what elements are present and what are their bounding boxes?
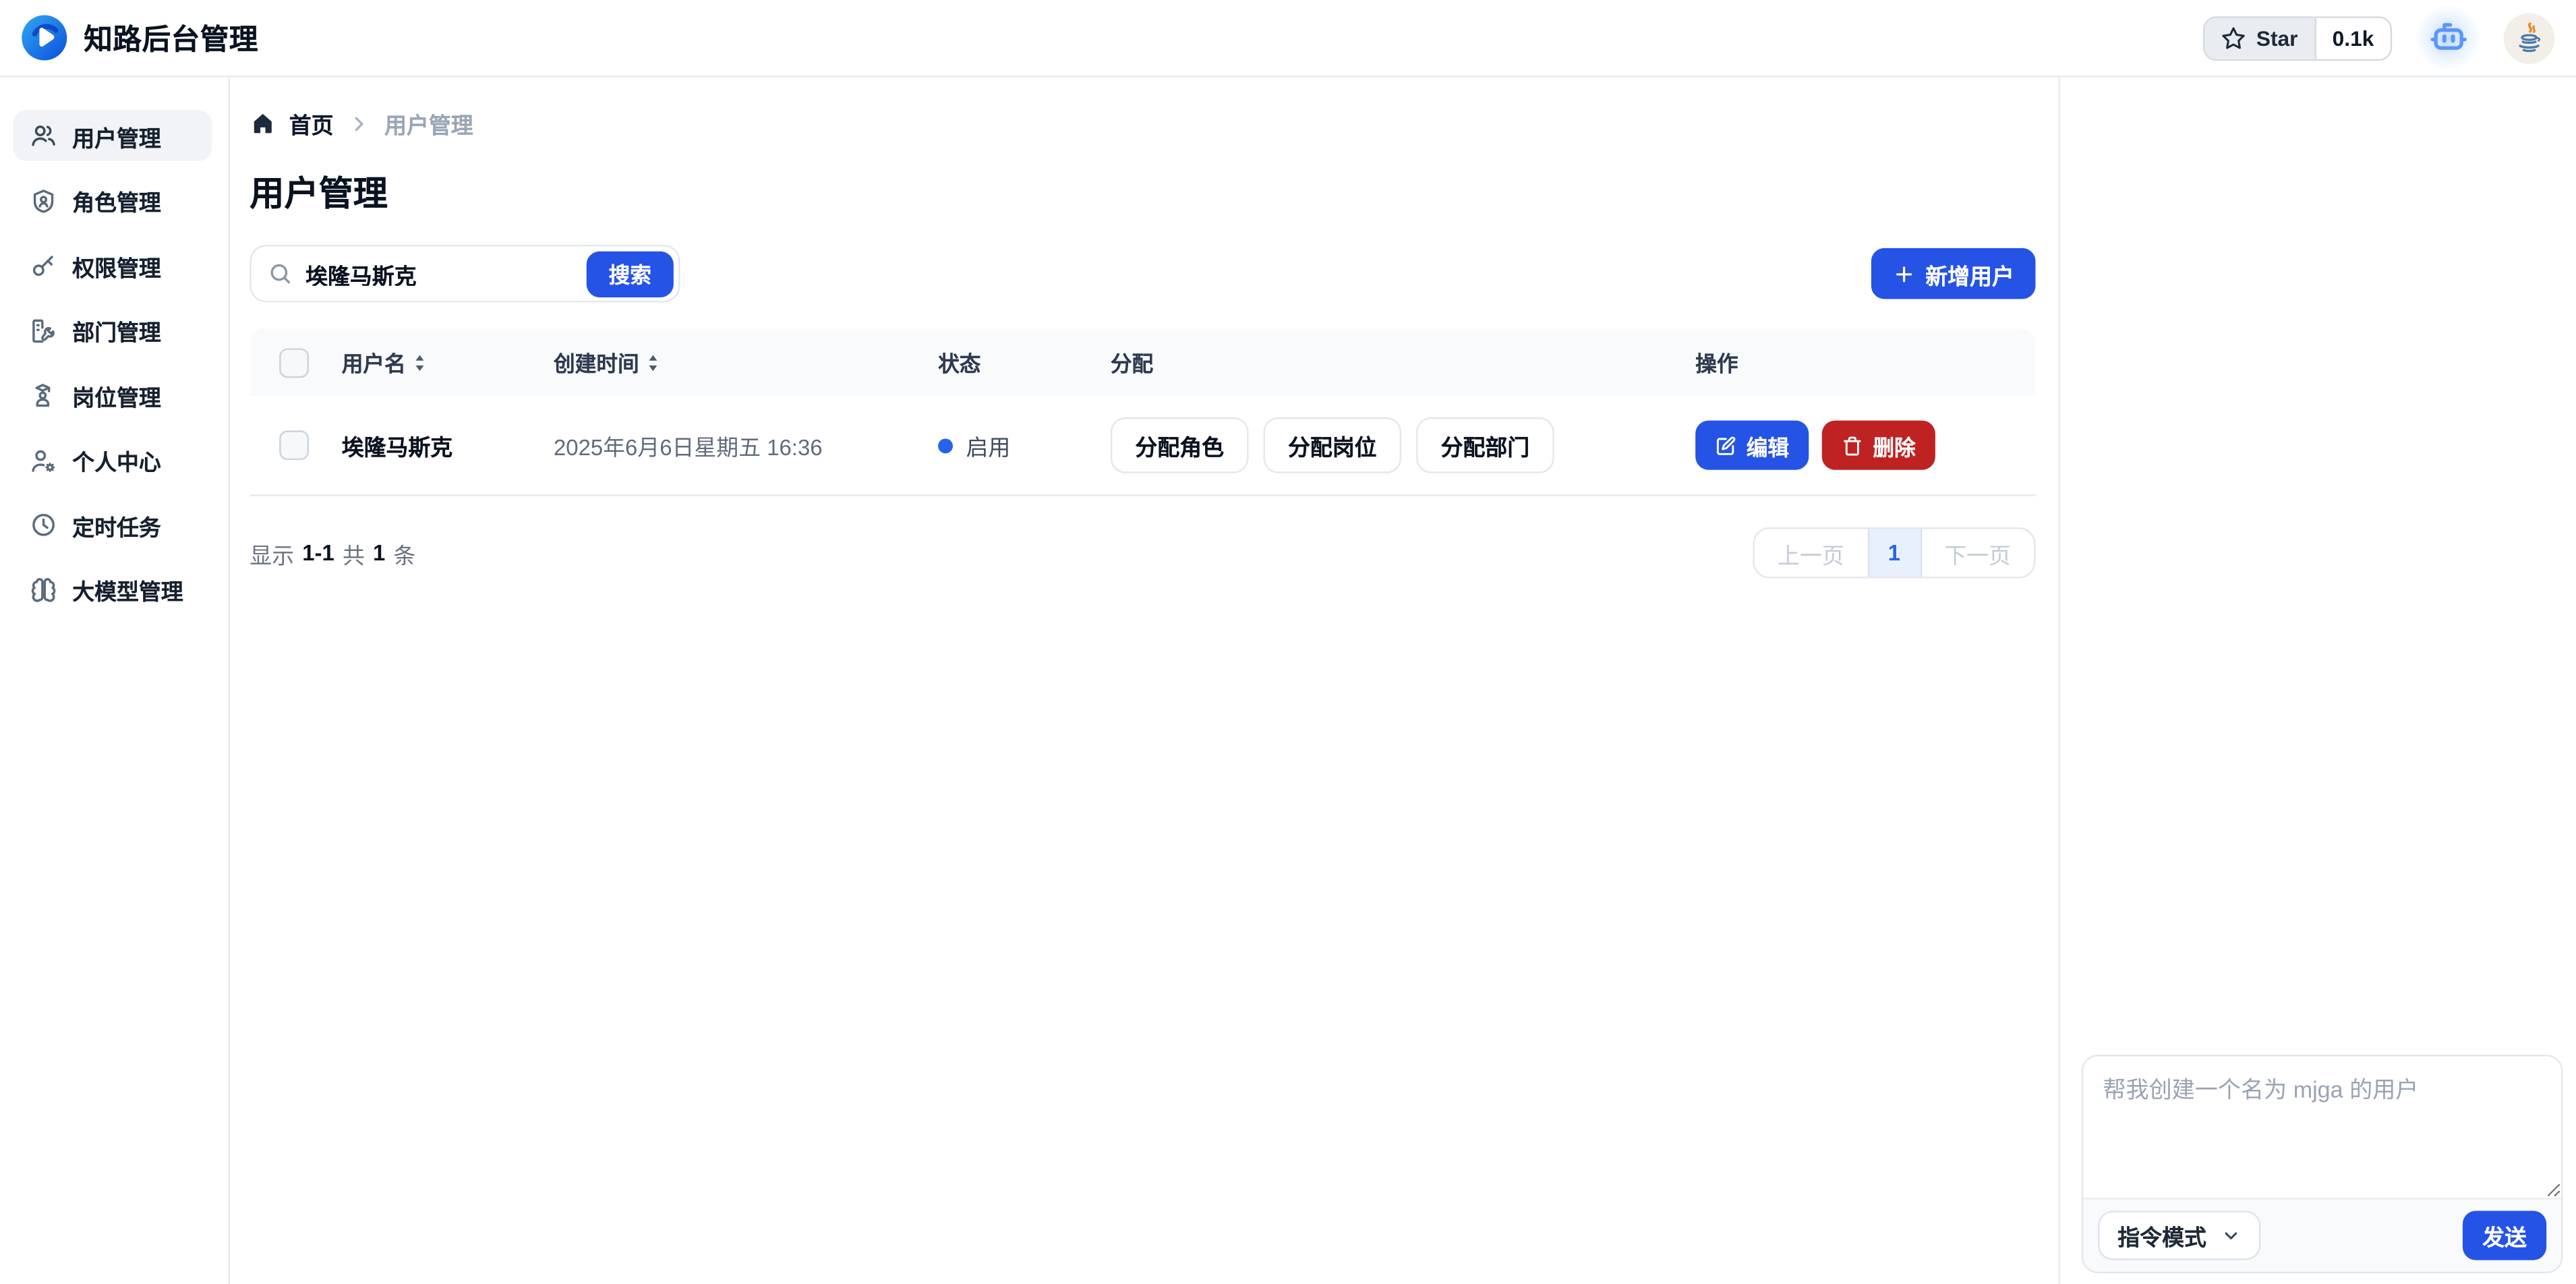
sidebar-item-label: 部门管理: [72, 314, 161, 347]
brain-icon: [30, 576, 57, 604]
delete-button[interactable]: 删除: [1822, 421, 1935, 470]
clock-icon: [30, 511, 57, 539]
mode-select-label: 指令模式: [2117, 1219, 2206, 1252]
sidebar-item-positions[interactable]: 岗位管理: [13, 370, 212, 421]
cell-assign: 分配角色 分配岗位 分配部门: [1111, 417, 1695, 473]
breadcrumb: 首页 用户管理: [250, 107, 2035, 140]
app-header: 知路后台管理 Star 0.1k: [0, 0, 2576, 78]
mode-select[interactable]: 指令模式: [2098, 1210, 2260, 1260]
assign-department-button[interactable]: 分配部门: [1416, 417, 1554, 473]
sidebar-item-label: 用户管理: [72, 119, 161, 152]
status-dot: [938, 438, 953, 453]
breadcrumb-root: 首页: [289, 107, 334, 140]
search-box: 搜索: [250, 245, 680, 302]
home-icon: [250, 110, 276, 136]
column-header-operations: 操作: [1695, 347, 2035, 378]
key-icon: [30, 252, 57, 279]
position-icon: [30, 381, 57, 409]
sidebar-item-label: 个人中心: [72, 444, 161, 477]
assign-position-button[interactable]: 分配岗位: [1263, 417, 1401, 473]
column-header-created[interactable]: 创建时间: [554, 347, 938, 378]
edit-icon: [1715, 434, 1736, 456]
sidebar-item-profile[interactable]: 个人中心: [13, 434, 212, 486]
user-gear-icon: [30, 446, 57, 473]
chevron-right-icon: [348, 113, 370, 134]
sidebar-item-roles[interactable]: 角色管理: [13, 175, 212, 226]
shield-user-icon: [30, 187, 57, 214]
robot-icon: [2428, 18, 2469, 59]
app-title: 知路后台管理: [84, 18, 258, 59]
sidebar-item-label: 定时任务: [72, 508, 161, 542]
table-row: 埃隆马斯克 2025年6月6日星期五 16:36 启用 分配角色 分配岗位 分配…: [250, 396, 2035, 496]
sidebar-item-label: 大模型管理: [72, 573, 183, 606]
delete-label: 删除: [1873, 430, 1915, 461]
select-all-checkbox[interactable]: [279, 347, 309, 377]
assistant-footer: 指令模式 发送: [2083, 1198, 2561, 1272]
cell-username: 埃隆马斯克: [342, 429, 554, 462]
sidebar: 用户管理 角色管理 权限管理: [0, 78, 230, 1284]
edit-button[interactable]: 编辑: [1695, 421, 1809, 470]
chevron-down-icon: [2221, 1225, 2241, 1245]
row-checkbox[interactable]: [279, 430, 309, 460]
breadcrumb-home-link[interactable]: 首页: [250, 107, 333, 140]
toolbar: 搜索 新增用户: [250, 245, 2035, 302]
sidebar-item-users[interactable]: 用户管理: [13, 110, 212, 161]
assistant-toggle-button[interactable]: [2415, 5, 2480, 70]
table-header-row: 用户名 创建时间 状态 分配 操作: [250, 328, 2035, 396]
user-avatar[interactable]: [2504, 12, 2555, 63]
add-user-button[interactable]: 新增用户: [1871, 248, 2036, 299]
cell-operations: 编辑 删除: [1695, 421, 2035, 470]
add-user-label: 新增用户: [1925, 257, 2014, 290]
star-icon: [2222, 26, 2247, 51]
star-label: Star: [2256, 26, 2298, 51]
sidebar-item-departments[interactable]: 部门管理: [13, 305, 212, 356]
assign-role-button[interactable]: 分配角色: [1111, 417, 1249, 473]
star-count: 0.1k: [2314, 18, 2391, 59]
users-icon: [30, 121, 57, 149]
next-page-button[interactable]: 下一页: [1921, 529, 2034, 577]
sort-icon: [645, 353, 660, 372]
pagination-summary: 显示1-1共1条: [250, 536, 415, 569]
edit-label: 编辑: [1747, 430, 1789, 461]
users-table: 用户名 创建时间 状态 分配 操作: [250, 328, 2035, 496]
assistant-area: 指令模式 发送: [2060, 78, 2576, 1284]
trash-icon: [1842, 434, 1863, 456]
app-logo-icon: [20, 13, 69, 62]
send-button[interactable]: 发送: [2463, 1210, 2546, 1260]
header-actions: Star 0.1k: [2204, 5, 2554, 70]
sidebar-item-label: 岗位管理: [72, 379, 161, 412]
plus-icon: [1893, 262, 1916, 285]
sort-icon: [413, 353, 428, 372]
main-content: 首页 用户管理 用户管理 搜索: [230, 78, 2060, 1284]
assistant-input[interactable]: [2083, 1056, 2561, 1198]
breadcrumb-current: 用户管理: [384, 107, 473, 140]
cell-created-at: 2025年6月6日星期五 16:36: [554, 429, 938, 462]
department-icon: [30, 316, 57, 344]
column-header-assign: 分配: [1111, 347, 1695, 378]
pager: 上一页 1 下一页: [1753, 527, 2035, 579]
pagination-row: 显示1-1共1条 上一页 1 下一页: [250, 527, 2035, 579]
brand: 知路后台管理: [20, 13, 258, 62]
search-icon: [268, 261, 293, 286]
java-logo-icon: [2511, 19, 2548, 57]
column-header-username[interactable]: 用户名: [342, 347, 554, 378]
cell-status: 启用: [938, 429, 1111, 462]
assistant-chat-panel: 指令模式 发送: [2082, 1055, 2563, 1273]
page-title: 用户管理: [250, 167, 2035, 216]
search-input[interactable]: [305, 261, 587, 286]
column-header-status: 状态: [938, 347, 1111, 378]
status-label: 启用: [966, 429, 1010, 462]
current-page-button[interactable]: 1: [1867, 529, 1921, 577]
sidebar-item-label: 权限管理: [72, 249, 161, 282]
app-window: 知路后台管理 Star 0.1k: [0, 0, 2576, 1284]
github-star-button[interactable]: Star 0.1k: [2204, 16, 2392, 60]
sidebar-item-scheduled-tasks[interactable]: 定时任务: [13, 500, 212, 551]
search-button[interactable]: 搜索: [587, 251, 673, 297]
prev-page-button[interactable]: 上一页: [1755, 529, 1867, 577]
sidebar-item-permissions[interactable]: 权限管理: [13, 240, 212, 291]
sidebar-item-llm[interactable]: 大模型管理: [13, 564, 212, 616]
sidebar-item-label: 角色管理: [72, 184, 161, 217]
